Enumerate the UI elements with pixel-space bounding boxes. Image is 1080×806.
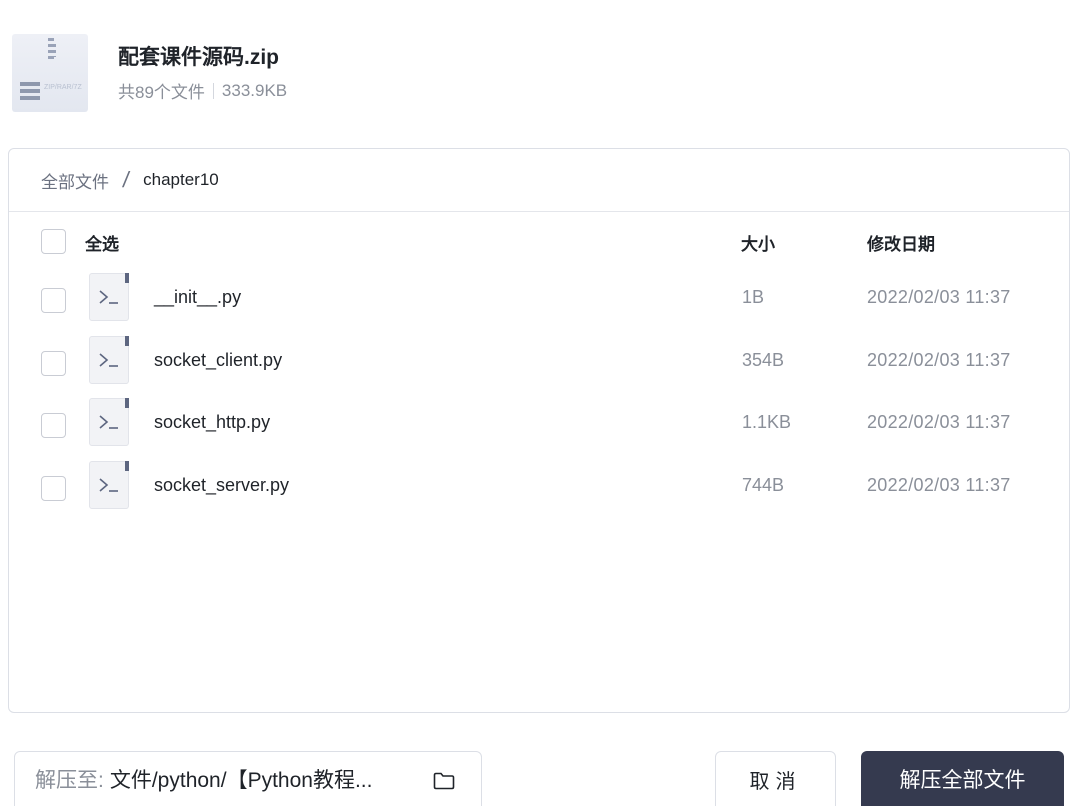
file-row[interactable]: socket_http.py 1.1KB 2022/02/03 11:37 <box>9 395 1069 458</box>
file-size: 1B <box>742 287 765 307</box>
file-name: socket_server.py <box>154 474 290 495</box>
terminal-file-icon <box>89 335 129 384</box>
summary-divider <box>212 82 214 99</box>
cancel-button[interactable]: 取消 <box>715 751 836 806</box>
file-date: 2022/02/03 11:37 <box>867 412 1011 432</box>
file-name: socket_client.py <box>154 349 283 370</box>
folder-icon[interactable] <box>433 772 455 796</box>
terminal-file-icon <box>89 398 129 446</box>
archive-name: 配套课件源码.zip <box>118 46 279 69</box>
destination-path: 文件/python/【Python教程... <box>109 769 373 792</box>
file-size: 1.1KB <box>742 412 792 432</box>
terminal-file-icon <box>89 460 129 509</box>
file-size: 744B <box>742 474 785 495</box>
file-name: __init__.py <box>154 287 242 307</box>
zip-bars-mark <box>20 82 40 100</box>
select-all-label[interactable]: 全选 <box>85 230 119 255</box>
file-date: 2022/02/03 11:37 <box>867 287 1011 307</box>
zip-file-icon: ZIP/RAR/7Z <box>12 34 88 112</box>
breadcrumb-current: chapter10 <box>143 170 219 189</box>
archive-file-count: 共89个文件 <box>118 83 205 102</box>
destination-path-field[interactable]: 解压至: 文件/python/【Python教程... <box>14 751 482 806</box>
file-row[interactable]: socket_client.py 354B 2022/02/03 11:37 <box>9 333 1069 396</box>
select-all-checkbox[interactable] <box>41 229 66 254</box>
destination-label: 解压至: <box>35 769 104 792</box>
archive-meta: 配套课件源码.zip 共89个文件 333.9KB <box>118 34 287 103</box>
archive-header: ZIP/RAR/7Z 配套课件源码.zip 共89个文件 333.9KB <box>12 34 287 114</box>
file-size: 354B <box>742 349 785 370</box>
row-checkbox[interactable] <box>41 350 66 376</box>
file-row[interactable]: __init__.py 1B 2022/02/03 11:37 <box>9 270 1069 333</box>
table-header: 全选 大小 修改日期 <box>9 212 1069 270</box>
unzip-dialog: ZIP/RAR/7Z 配套课件源码.zip 共89个文件 333.9KB 全部文… <box>0 0 1080 806</box>
breadcrumb-root-link[interactable]: 全部文件 <box>41 168 109 193</box>
file-row[interactable]: socket_server.py 744B 2022/02/03 11:37 <box>9 458 1069 521</box>
file-date: 2022/02/03 11:37 <box>867 349 1011 370</box>
column-header-size: 大小 <box>741 235 775 254</box>
file-name: socket_http.py <box>154 412 271 432</box>
file-date: 2022/02/03 11:37 <box>867 474 1011 495</box>
archive-summary: 共89个文件 333.9KB <box>118 78 287 103</box>
column-header-date: 修改日期 <box>867 235 935 254</box>
terminal-file-icon <box>89 273 129 321</box>
zipper-mark-alt <box>52 41 56 57</box>
archive-size: 333.9KB <box>221 80 288 100</box>
row-checkbox[interactable] <box>41 413 66 438</box>
breadcrumb-separator: / <box>121 167 131 192</box>
extract-all-button[interactable]: 解压全部文件 <box>861 751 1064 806</box>
row-checkbox[interactable] <box>41 475 66 501</box>
zip-icon-text: ZIP/RAR/7Z <box>44 84 82 91</box>
file-list-panel: 全部文件 / chapter10 全选 大小 修改日期 __init__.py … <box>8 148 1070 713</box>
breadcrumb: 全部文件 / chapter10 <box>9 149 1069 212</box>
row-checkbox[interactable] <box>41 288 66 313</box>
